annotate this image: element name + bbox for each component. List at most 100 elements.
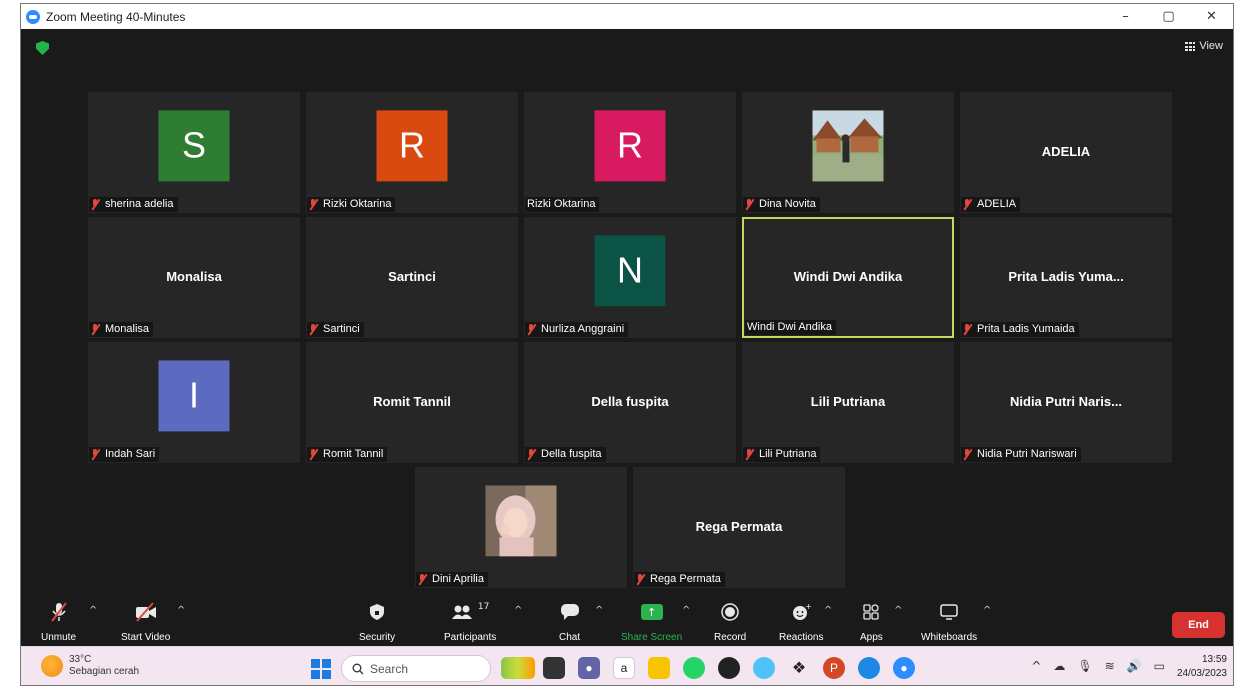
zoom-window: Zoom Meeting 40-Minutes – ▢ ✕ View Ssher… <box>20 3 1234 686</box>
share-screen-button[interactable]: ↑ Share Screen <box>621 600 682 643</box>
record-button[interactable]: Record <box>714 600 746 643</box>
whiteboards-button[interactable]: Whiteboards <box>921 600 977 643</box>
participant-display-name: Sartinci <box>388 268 436 284</box>
window-title: Zoom Meeting 40-Minutes <box>46 9 186 24</box>
participant-name: Nurliza Anggraini <box>541 323 625 335</box>
participant-tile[interactable]: Ssherina adelia <box>88 92 300 213</box>
chat-button[interactable]: Chat <box>559 600 580 643</box>
participants-chevron-icon[interactable]: ^ <box>514 605 522 616</box>
participant-name: Indah Sari <box>105 448 156 460</box>
weather-description: Sebagian cerah <box>69 666 140 677</box>
participant-display-name: Windi Dwi Andika <box>793 268 903 284</box>
view-button[interactable]: View <box>1185 40 1223 52</box>
participant-tile[interactable]: Monalisa Monalisa <box>88 217 300 338</box>
meeting-toolbar: Unmute ^ Start Video ^ Security 17 Parti… <box>21 596 1233 646</box>
participant-name: Della fuspita <box>541 448 602 460</box>
participant-name-label: Romit Tannil <box>307 447 388 462</box>
whatsapp-icon[interactable] <box>683 657 705 679</box>
participant-tile[interactable]: ADELIA ADELIA <box>960 92 1172 213</box>
microphone-icon[interactable]: 🎙 <box>1077 659 1092 673</box>
zoom-app-icon <box>26 9 40 24</box>
participant-tile[interactable]: R Rizki Oktarina <box>306 92 518 213</box>
minimize-button[interactable]: – <box>1104 4 1147 29</box>
participants-button[interactable]: 17 Participants <box>444 600 496 643</box>
start-video-button[interactable]: Start Video <box>121 600 170 643</box>
taskbar-search[interactable]: Search <box>341 655 491 682</box>
battery-icon[interactable]: ▭ <box>1154 659 1165 673</box>
participant-tile[interactable]: Nidia Putri Naris... Nidia Putri Nariswar… <box>960 342 1172 463</box>
share-screen-icon: ↑ <box>640 600 663 624</box>
participant-name: Lili Putriana <box>759 448 817 460</box>
participant-tile[interactable]: Romit Tannil Romit Tannil <box>306 342 518 463</box>
participant-tile[interactable]: Della fuspita Della fuspita <box>524 342 736 463</box>
powerpoint-icon[interactable]: P <box>823 657 845 679</box>
record-icon <box>721 600 739 624</box>
volume-icon[interactable]: 🔊 <box>1127 659 1142 673</box>
participant-avatar: N <box>594 234 666 306</box>
participant-name-label: Rega Permata <box>634 572 725 587</box>
audio-options-chevron-icon[interactable]: ^ <box>89 605 97 616</box>
unmute-button[interactable]: Unmute <box>41 600 76 643</box>
photos-icon[interactable] <box>753 657 775 679</box>
participant-display-name: Lili Putriana <box>810 393 886 409</box>
onedrive-cloud-icon[interactable]: ☁ <box>1053 659 1065 673</box>
chat-chevron-icon[interactable]: ^ <box>595 605 603 616</box>
show-hidden-icons-chevron-icon[interactable]: ^ <box>1031 659 1041 673</box>
participant-tile[interactable]: Rega Permata Rega Permata <box>633 467 845 588</box>
close-button[interactable]: ✕ <box>1190 4 1233 29</box>
muted-mic-icon <box>91 324 100 335</box>
reactions-button[interactable]: + Reactions <box>779 600 823 643</box>
zoom-taskbar-icon[interactable]: ● <box>893 657 915 679</box>
start-video-label: Start Video <box>121 632 171 643</box>
participant-name-label: Monalisa <box>89 322 154 337</box>
muted-mic-icon <box>963 449 972 460</box>
whiteboards-chevron-icon[interactable]: ^ <box>983 605 991 616</box>
participant-name-label: Rizki Oktarina <box>525 197 600 212</box>
edge-browser-icon[interactable] <box>858 657 880 679</box>
apps-button[interactable]: Apps <box>860 600 883 643</box>
dropbox-icon[interactable]: ❖ <box>788 657 810 679</box>
muted-mic-icon <box>636 574 645 585</box>
share-screen-label: Share Screen <box>621 632 683 643</box>
encryption-shield-icon[interactable] <box>36 41 49 55</box>
participant-display-name: Romit Tannil <box>373 393 451 409</box>
participant-tile[interactable]: N Nurliza Anggraini <box>524 217 736 338</box>
restore-button[interactable]: ▢ <box>1147 4 1190 29</box>
obs-icon[interactable] <box>718 657 740 679</box>
participant-tile[interactable]: Prita Ladis Yuma... Prita Ladis Yumaida <box>960 217 1172 338</box>
apps-chevron-icon[interactable]: ^ <box>894 605 902 616</box>
participant-tile[interactable]: Windi Dwi Andika Windi Dwi Andika <box>742 217 954 338</box>
video-options-chevron-icon[interactable]: ^ <box>177 605 185 616</box>
wifi-icon[interactable]: ≋ <box>1105 659 1115 673</box>
participant-name: Windi Dwi Andika <box>747 321 832 333</box>
end-meeting-button[interactable]: End <box>1172 612 1225 638</box>
weather-widget[interactable]: 33°C Sebagian cerah <box>41 654 139 678</box>
participant-tile[interactable]: Lili Putriana Lili Putriana <box>742 342 954 463</box>
participant-name-label: sherina adelia <box>89 197 178 212</box>
participant-tile[interactable]: I Indah Sari <box>88 342 300 463</box>
amazon-app-icon[interactable]: a <box>613 657 635 679</box>
security-button[interactable]: Security <box>359 600 395 643</box>
clock[interactable]: 13:59 24/03/2023 <box>1177 653 1227 681</box>
participant-name: ADELIA <box>977 198 1017 210</box>
participant-avatar: I <box>158 359 230 431</box>
participant-display-name: Nidia Putri Naris... <box>1010 393 1122 409</box>
participant-tile[interactable]: Dini Aprilia <box>415 467 627 588</box>
participant-display-name: Della fuspita <box>591 393 669 409</box>
participant-name: Sartinci <box>323 323 360 335</box>
file-explorer-icon[interactable] <box>648 657 670 679</box>
participant-name-label: Sartinci <box>307 322 364 337</box>
share-options-chevron-icon[interactable]: ^ <box>682 605 690 616</box>
meet-chat-icon[interactable]: ● <box>578 657 600 679</box>
participant-tile[interactable]: Dina Novita <box>742 92 954 213</box>
participant-tile[interactable]: R Rizki Oktarina <box>524 92 736 213</box>
widget-decoration-icon[interactable] <box>501 657 535 679</box>
clock-date: 24/03/2023 <box>1176 668 1227 679</box>
task-view-icon[interactable] <box>543 657 565 679</box>
participant-tile[interactable]: Sartinci Sartinci <box>306 217 518 338</box>
windows-start-icon[interactable] <box>311 659 331 679</box>
participants-count: 17 <box>477 602 490 612</box>
window-controls: – ▢ ✕ <box>1104 4 1233 29</box>
participant-name: Rizki Oktarina <box>323 198 392 210</box>
reactions-chevron-icon[interactable]: ^ <box>824 605 832 616</box>
